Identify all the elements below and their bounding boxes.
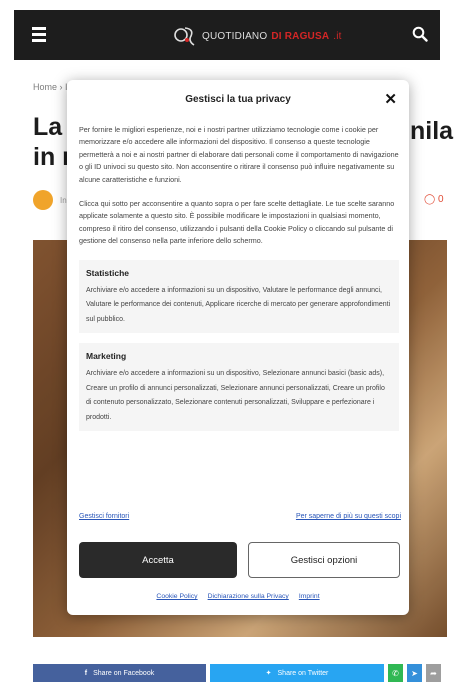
preference-statistics[interactable]: Statistiche Archiviare e/o accedere a in… xyxy=(79,259,399,334)
manage-options-button[interactable]: Gestisci opzioni xyxy=(248,542,400,578)
privacy-consent-dialog: Gestisci la tua privacy ✕ Per fornire le… xyxy=(67,80,409,615)
preference-description: Archiviare e/o accedere a informazioni s… xyxy=(86,370,385,421)
intro-paragraph: Per fornire le migliori esperienze, noi … xyxy=(79,125,399,184)
close-icon[interactable]: ✕ xyxy=(384,90,397,108)
dialog-footer-links: Cookie Policy Dichiarazione sulla Privac… xyxy=(67,593,409,600)
accept-button[interactable]: Accetta xyxy=(79,542,237,578)
preference-title: Marketing xyxy=(86,351,127,362)
manage-vendors-link[interactable]: Gestisci fornitori xyxy=(79,513,129,520)
dialog-title: Gestisci la tua privacy xyxy=(185,94,291,105)
preference-title: Statistiche xyxy=(86,267,129,278)
read-more-link[interactable]: Per saperne di più su questi scopi xyxy=(296,513,401,520)
instructions-paragraph: Clicca qui sotto per acconsentire a quan… xyxy=(79,199,395,246)
imprint-link[interactable]: Imprint xyxy=(299,593,320,600)
preference-marketing[interactable]: Marketing Archiviare e/o accedere a info… xyxy=(79,343,399,432)
cookie-policy-link[interactable]: Cookie Policy xyxy=(156,593,197,600)
dialog-links: Gestisci fornitori Per saperne di più su… xyxy=(79,513,401,520)
preference-description: Archiviare e/o accedere a informazioni s… xyxy=(86,286,391,323)
privacy-statement-link[interactable]: Dichiarazione sulla Privacy xyxy=(208,593,289,600)
dialog-body[interactable]: Per fornire le migliori esperienze, noi … xyxy=(79,124,399,534)
